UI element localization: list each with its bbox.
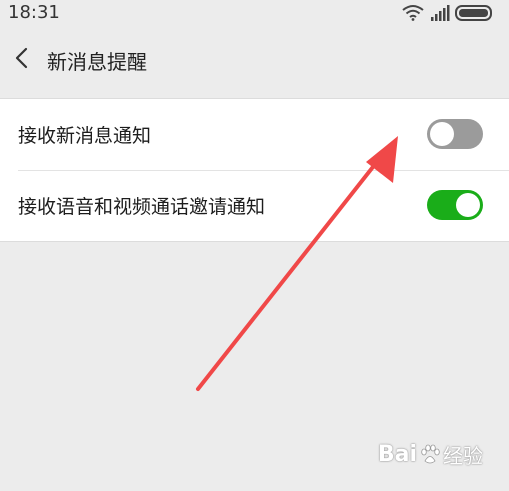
call-invite-notification-toggle[interactable]: [427, 190, 483, 220]
back-button[interactable]: [6, 42, 36, 74]
chevron-left-icon: [15, 47, 28, 69]
signal-icon: [431, 5, 450, 21]
watermark-bai-text: Bai: [377, 442, 417, 467]
status-icons: [401, 3, 497, 23]
toggle-knob: [430, 122, 454, 146]
watermark-jingyan-text: 经验: [443, 444, 483, 468]
wifi-icon: [402, 5, 424, 21]
new-message-notification-toggle[interactable]: [427, 119, 483, 149]
settings-list: 接收新消息通知 接收语音和视频通话邀请通知: [0, 98, 509, 242]
header: 新消息提醒: [0, 26, 509, 90]
setting-row-new-message-notification[interactable]: 接收新消息通知: [0, 99, 509, 170]
setting-label: 接收语音和视频通话邀请通知: [18, 196, 266, 218]
setting-label: 接收新消息通知: [18, 125, 152, 147]
status-time: 18:31: [8, 2, 60, 23]
battery-icon: [455, 5, 492, 21]
toggle-knob: [456, 193, 480, 217]
paw-icon: [421, 444, 440, 463]
setting-row-call-invite-notification[interactable]: 接收语音和视频通话邀请通知: [0, 170, 509, 241]
page-title: 新消息提醒: [47, 50, 147, 74]
status-bar: 18:31: [0, 0, 509, 26]
baidu-jingyan-watermark: Bai 经验: [378, 440, 483, 469]
